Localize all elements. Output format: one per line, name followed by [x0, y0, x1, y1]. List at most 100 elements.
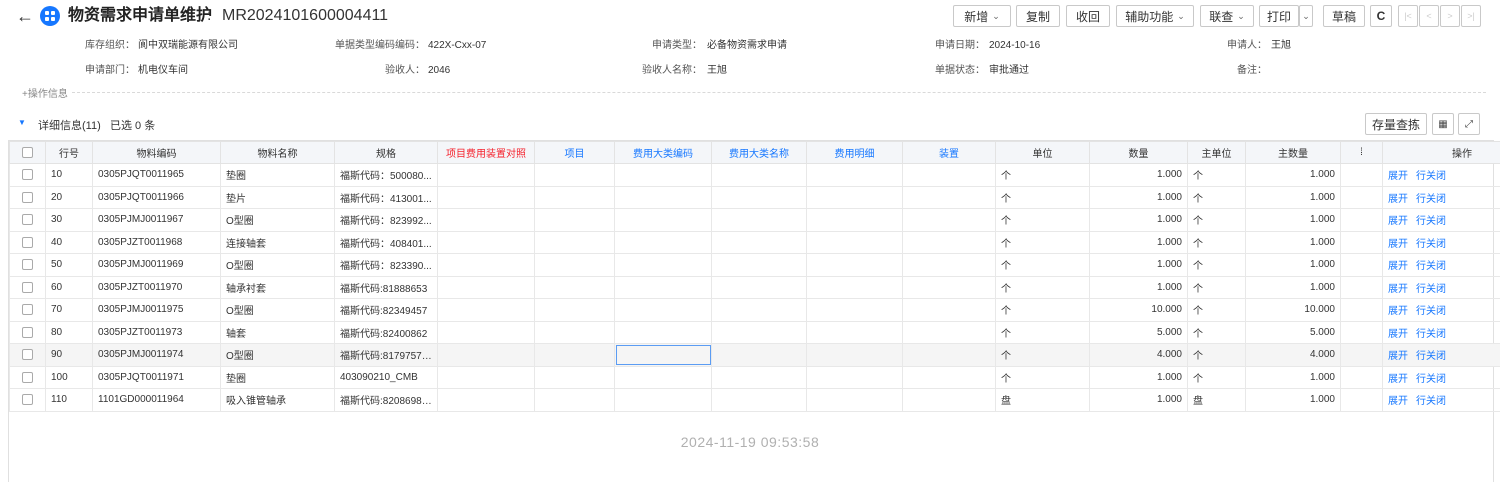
cell-cost-category-name[interactable] [711, 275, 807, 299]
cell-cost-category-name[interactable] [711, 365, 807, 389]
table-row[interactable]: 10 0305PJQT0011965 垫圈 福斯代码：500080... 个 1.000 个… [9, 163, 1500, 187]
column-header[interactable]: 费用明细 [806, 141, 903, 164]
cell-cost-category-code[interactable] [614, 185, 712, 209]
cell-cost-detail[interactable] [806, 230, 903, 254]
cell-cost-category-name[interactable] [711, 253, 807, 277]
cell-cost-category-code[interactable] [614, 163, 712, 187]
cell-project-cost-map[interactable] [437, 320, 535, 344]
layout-grid-icon[interactable]: ▦ [1432, 113, 1454, 135]
cell-cost-category-name[interactable] [711, 298, 807, 322]
print-dropdown-button[interactable]: ⌄ [1299, 5, 1313, 27]
expand-row-link[interactable]: 展开 [1388, 216, 1408, 227]
table-row[interactable]: 40 0305PJZT0011968 连接轴套 福斯代码：408401... 个 1.00… [9, 230, 1500, 254]
refresh-icon[interactable]: C [1370, 5, 1392, 27]
cell-cost-category-code[interactable] [614, 388, 712, 412]
expand-row-link[interactable]: 展开 [1388, 306, 1408, 317]
column-header[interactable]: 物料名称 [220, 141, 335, 164]
select-all-checkbox[interactable] [9, 141, 46, 164]
cell-cost-detail[interactable] [806, 208, 903, 232]
expand-row-link[interactable]: 展开 [1388, 374, 1408, 385]
table-row[interactable]: 60 0305PJZT0011970 轴承衬套 福斯代码:81888653 个 1.000… [9, 275, 1500, 299]
cell-device[interactable] [902, 298, 996, 322]
cell-project-cost-map[interactable] [437, 343, 535, 367]
table-row[interactable]: 20 0305PJQT0011966 垫片 福斯代码：413001... 个 1.000 个… [9, 185, 1500, 209]
cell-cost-category-code[interactable] [614, 298, 712, 322]
cell-device[interactable] [902, 208, 996, 232]
cell-project-cost-map[interactable] [437, 253, 535, 277]
column-header[interactable]: 费用大类名称 [711, 141, 807, 164]
cell-project[interactable] [534, 320, 615, 344]
column-header[interactable]: 装置 [902, 141, 996, 164]
cell-cost-detail[interactable] [806, 253, 903, 277]
next-record-icon[interactable]: > [1440, 5, 1460, 27]
cell-cost-detail[interactable] [806, 185, 903, 209]
cell-device[interactable] [902, 343, 996, 367]
row-checkbox[interactable] [9, 298, 46, 322]
table-row[interactable]: 50 0305PJMJ0011969 O型圈 福斯代码：823390... 个 1.000… [9, 253, 1500, 277]
expand-row-link[interactable]: 展开 [1388, 351, 1408, 362]
cell-cost-detail[interactable] [806, 298, 903, 322]
cell-device[interactable] [902, 230, 996, 254]
cell-cost-category-name[interactable] [711, 343, 807, 367]
cell-cost-category-name[interactable] [711, 185, 807, 209]
row-checkbox[interactable] [9, 275, 46, 299]
close-row-link[interactable]: 行关闭 [1416, 216, 1446, 227]
cell-cost-category-code[interactable] [614, 320, 712, 344]
back-arrow-icon[interactable]: ← [16, 6, 34, 26]
table-row[interactable]: 70 0305PJMJ0011975 O型圈 福斯代码:82349457 个 10.000… [9, 298, 1500, 322]
cell-project[interactable] [534, 253, 615, 277]
cell-project-cost-map[interactable] [437, 298, 535, 322]
row-checkbox[interactable] [9, 365, 46, 389]
expand-row-link[interactable]: 展开 [1388, 329, 1408, 340]
collapse-caret-icon[interactable]: ▼ [18, 118, 26, 127]
cell-cost-detail[interactable] [806, 163, 903, 187]
row-checkbox[interactable] [9, 343, 46, 367]
table-row[interactable]: 100 0305PJQT0011971 垫圈 403090210_CMB 个 1.000 个… [9, 365, 1500, 389]
close-row-link[interactable]: 行关闭 [1416, 171, 1446, 182]
close-row-link[interactable]: 行关闭 [1416, 239, 1446, 250]
linked-query-button[interactable]: 联查 ⌄ [1200, 5, 1254, 27]
first-record-icon[interactable]: |< [1398, 5, 1418, 27]
column-header[interactable]: 操作⚙ [1382, 141, 1500, 164]
cell-cost-detail[interactable] [806, 275, 903, 299]
close-row-link[interactable]: 行关闭 [1416, 351, 1446, 362]
table-row[interactable]: 110 1101GD000011964 吸入锥管轴承 福斯代码:82086984...… [9, 388, 1500, 412]
column-header[interactable]: 项目费用装置对照 [437, 141, 535, 164]
operation-info-toggle[interactable]: +操作信息 [22, 85, 68, 100]
cell-project-cost-map[interactable] [437, 208, 535, 232]
column-header[interactable]: 费用大类编码 [614, 141, 712, 164]
cell-project[interactable] [534, 343, 615, 367]
column-header[interactable]: 项目 [534, 141, 615, 164]
column-header[interactable]: 单位 [995, 141, 1090, 164]
cell-project[interactable] [534, 185, 615, 209]
row-checkbox[interactable] [9, 163, 46, 187]
cell-project-cost-map[interactable] [437, 388, 535, 412]
cell-cost-category-name[interactable] [711, 320, 807, 344]
previous-record-icon[interactable]: < [1419, 5, 1439, 27]
cell-cost-detail[interactable] [806, 388, 903, 412]
close-row-link[interactable]: 行关闭 [1416, 329, 1446, 340]
expand-row-link[interactable]: 展开 [1388, 284, 1408, 295]
cell-project-cost-map[interactable] [437, 275, 535, 299]
cell-project[interactable] [534, 298, 615, 322]
cell-cost-category-name[interactable] [711, 230, 807, 254]
table-row[interactable]: 30 0305PJMJ0011967 O型圈 福斯代码：823992... 个 1.000… [9, 208, 1500, 232]
cell-device[interactable] [902, 253, 996, 277]
print-button[interactable]: 打印 [1259, 5, 1299, 27]
cell-project-cost-map[interactable] [437, 185, 535, 209]
expand-row-link[interactable]: 展开 [1388, 261, 1408, 272]
cell-device[interactable] [902, 275, 996, 299]
close-row-link[interactable]: 行关闭 [1416, 284, 1446, 295]
column-header[interactable]: 物料编码 [92, 141, 221, 164]
cell-project-cost-map[interactable] [437, 163, 535, 187]
copy-button[interactable]: 复制 [1016, 5, 1060, 27]
cell-device[interactable] [902, 388, 996, 412]
cell-cost-detail[interactable] [806, 343, 903, 367]
cell-cost-detail[interactable] [806, 365, 903, 389]
close-row-link[interactable]: 行关闭 [1416, 306, 1446, 317]
row-checkbox[interactable] [9, 320, 46, 344]
cell-project-cost-map[interactable] [437, 230, 535, 254]
column-header[interactable]: 主数量 [1245, 141, 1341, 164]
cell-project[interactable] [534, 208, 615, 232]
recall-button[interactable]: 收回 [1066, 5, 1110, 27]
